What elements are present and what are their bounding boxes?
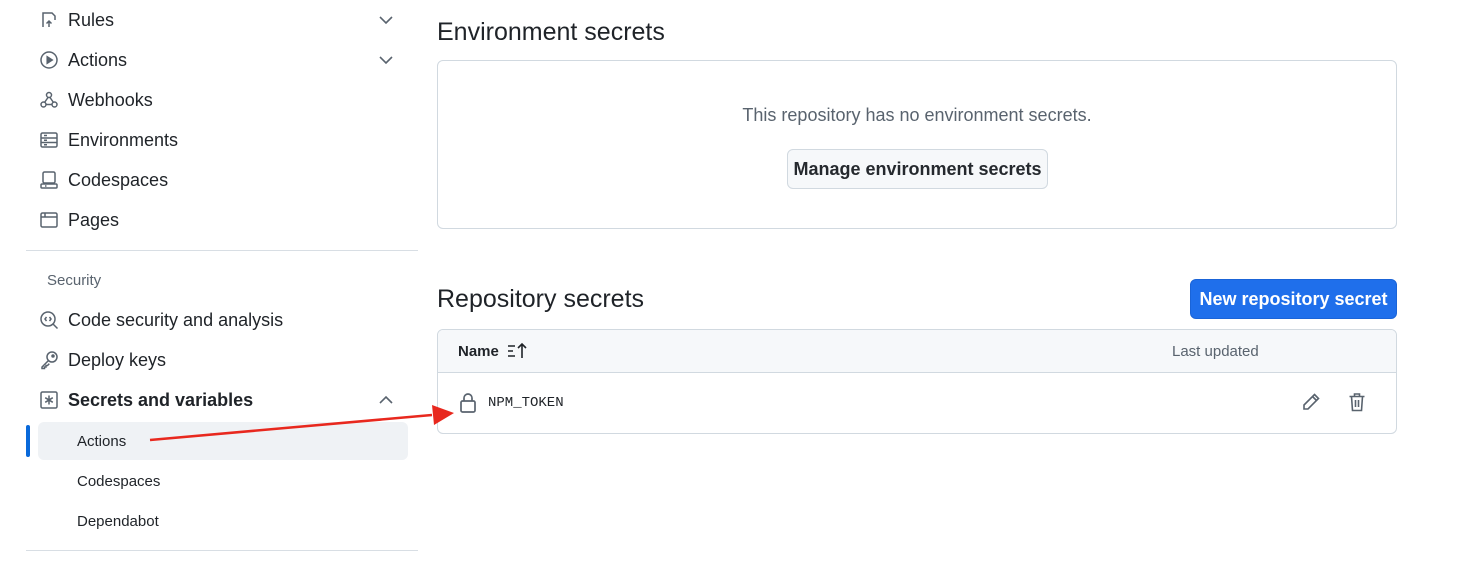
pencil-icon[interactable]	[1300, 391, 1322, 413]
sidebar-item-label: Secrets and variables	[68, 389, 254, 410]
sidebar-item-deploy-keys[interactable]: Deploy keys	[38, 340, 406, 380]
lock-icon	[460, 393, 476, 413]
column-header-last-updated[interactable]: Last updated	[1172, 343, 1259, 360]
environment-secrets-box: This repository has no environment secre…	[437, 60, 1397, 229]
manage-environment-secrets-button[interactable]: Manage environment secrets	[787, 149, 1048, 189]
sidebar-item-label: Codespaces	[68, 169, 169, 190]
asterisk-icon	[38, 389, 60, 411]
chevron-up-icon[interactable]	[376, 390, 396, 410]
trash-icon[interactable]	[1346, 391, 1368, 413]
table-header: Name Last updated	[438, 330, 1396, 373]
sidebar-item-codespaces[interactable]: Codespaces	[38, 160, 406, 200]
sidebar-item-label: Code security and analysis	[68, 309, 284, 330]
sidebar-item-secrets-and-variables[interactable]: Secrets and variables	[38, 380, 406, 420]
codespaces-icon	[38, 169, 60, 191]
new-repository-secret-button[interactable]: New repository secret	[1190, 279, 1397, 319]
sidebar-item-label: Pages	[68, 209, 120, 230]
sidebar-item-label: Webhooks	[68, 89, 153, 110]
play-circle-icon	[38, 49, 60, 71]
server-icon	[38, 129, 60, 151]
sidebar-item-code-security[interactable]: Code security and analysis	[38, 300, 406, 340]
chevron-down-icon[interactable]	[376, 50, 396, 70]
sidebar-item-pages[interactable]: Pages	[38, 200, 406, 240]
repository-secrets-heading: Repository secrets	[437, 285, 645, 313]
webhook-icon	[38, 89, 60, 111]
sidebar-item-label: Rules	[68, 9, 115, 30]
table-row: NPM_TOKEN	[438, 373, 1396, 433]
sort-ascending-icon[interactable]	[507, 342, 529, 360]
environment-secrets-heading: Environment secrets	[437, 18, 665, 46]
sidebar-section-title-security: Security	[47, 272, 102, 289]
active-indicator	[26, 425, 30, 457]
key-icon	[38, 349, 60, 371]
sidebar-divider	[26, 550, 418, 551]
column-header-name[interactable]: Name	[458, 342, 529, 360]
sidebar-subitem-dependabot[interactable]: Dependabot	[38, 502, 408, 540]
sidebar-item-environments[interactable]: Environments	[38, 120, 406, 160]
sidebar-item-rules[interactable]: Rules	[38, 0, 406, 40]
environment-secrets-empty-message: This repository has no environment secre…	[742, 105, 1092, 125]
codescan-icon	[38, 309, 60, 331]
browser-icon	[38, 209, 60, 231]
secret-name: NPM_TOKEN	[488, 395, 564, 411]
sidebar-item-webhooks[interactable]: Webhooks	[38, 80, 406, 120]
settings-sidebar: Rules Actions Webhooks Environments Code…	[26, 0, 418, 565]
chevron-down-icon[interactable]	[376, 10, 396, 30]
sidebar-divider	[26, 250, 418, 251]
sidebar-subitem-actions[interactable]: Actions	[38, 422, 408, 460]
sidebar-item-label: Actions	[68, 49, 128, 70]
sidebar-subitem-codespaces[interactable]: Codespaces	[38, 462, 408, 500]
rules-icon	[38, 9, 60, 31]
sidebar-item-label: Deploy keys	[68, 349, 167, 370]
repository-secrets-table: Name Last updated NPM_TOKEN	[437, 329, 1397, 434]
sidebar-item-label: Environments	[68, 129, 179, 150]
sidebar-item-actions[interactable]: Actions	[38, 40, 406, 80]
column-header-name-label: Name	[458, 342, 499, 360]
